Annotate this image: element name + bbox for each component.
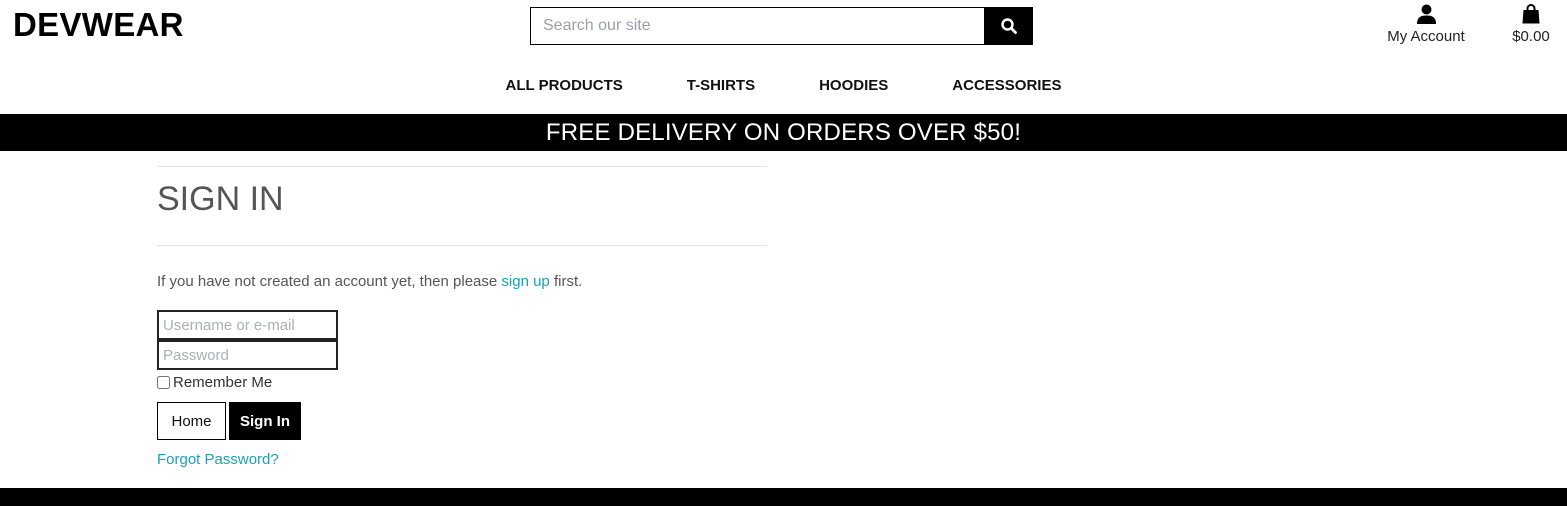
main-nav: ALL PRODUCTS T-SHIRTS HOODIES ACCESSORIE… [0, 76, 1567, 96]
remember-me[interactable]: Remember Me [157, 374, 272, 391]
sign-up-link[interactable]: sign up [501, 273, 549, 290]
cart-total: $0.00 [1512, 28, 1550, 45]
user-icon [1416, 4, 1436, 24]
sign-in-button[interactable]: Sign In [229, 402, 301, 440]
home-button[interactable]: Home [157, 402, 226, 440]
password-field[interactable] [157, 340, 338, 370]
nav-item-hoodies[interactable]: HOODIES [819, 76, 888, 96]
remember-me-checkbox[interactable] [157, 376, 170, 389]
page-title: SIGN IN [157, 180, 284, 218]
footer [0, 488, 1567, 506]
delivery-banner-text: FREE DELIVERY ON ORDERS OVER $50! [545, 118, 1022, 146]
signup-prompt: If you have not created an account yet, … [157, 273, 582, 290]
nav-item-t-shirts[interactable]: T-SHIRTS [687, 76, 755, 96]
search-form [530, 7, 1033, 45]
nav-item-accessories[interactable]: ACCESSORIES [952, 76, 1061, 96]
shopping-bag-icon [1522, 4, 1540, 24]
delivery-banner: FREE DELIVERY ON ORDERS OVER $50! [0, 114, 1567, 151]
search-button[interactable] [984, 7, 1033, 45]
nav-item-all-products[interactable]: ALL PRODUCTS [506, 76, 623, 96]
forgot-password-link[interactable]: Forgot Password? [157, 451, 279, 468]
signup-prompt-text: If you have not created an account yet, … [157, 273, 502, 290]
my-account-link[interactable]: My Account [1380, 4, 1472, 45]
signup-prompt-text-end: first. [549, 273, 583, 290]
site-logo[interactable]: DEVWEAR [13, 6, 184, 44]
remember-me-label: Remember Me [173, 374, 273, 391]
search-icon [1000, 18, 1017, 34]
search-input[interactable] [530, 7, 984, 45]
divider [157, 245, 767, 246]
divider [157, 166, 767, 167]
cart-link[interactable]: $0.00 [1506, 4, 1556, 45]
username-field[interactable] [157, 310, 338, 340]
my-account-label: My Account [1387, 28, 1465, 45]
